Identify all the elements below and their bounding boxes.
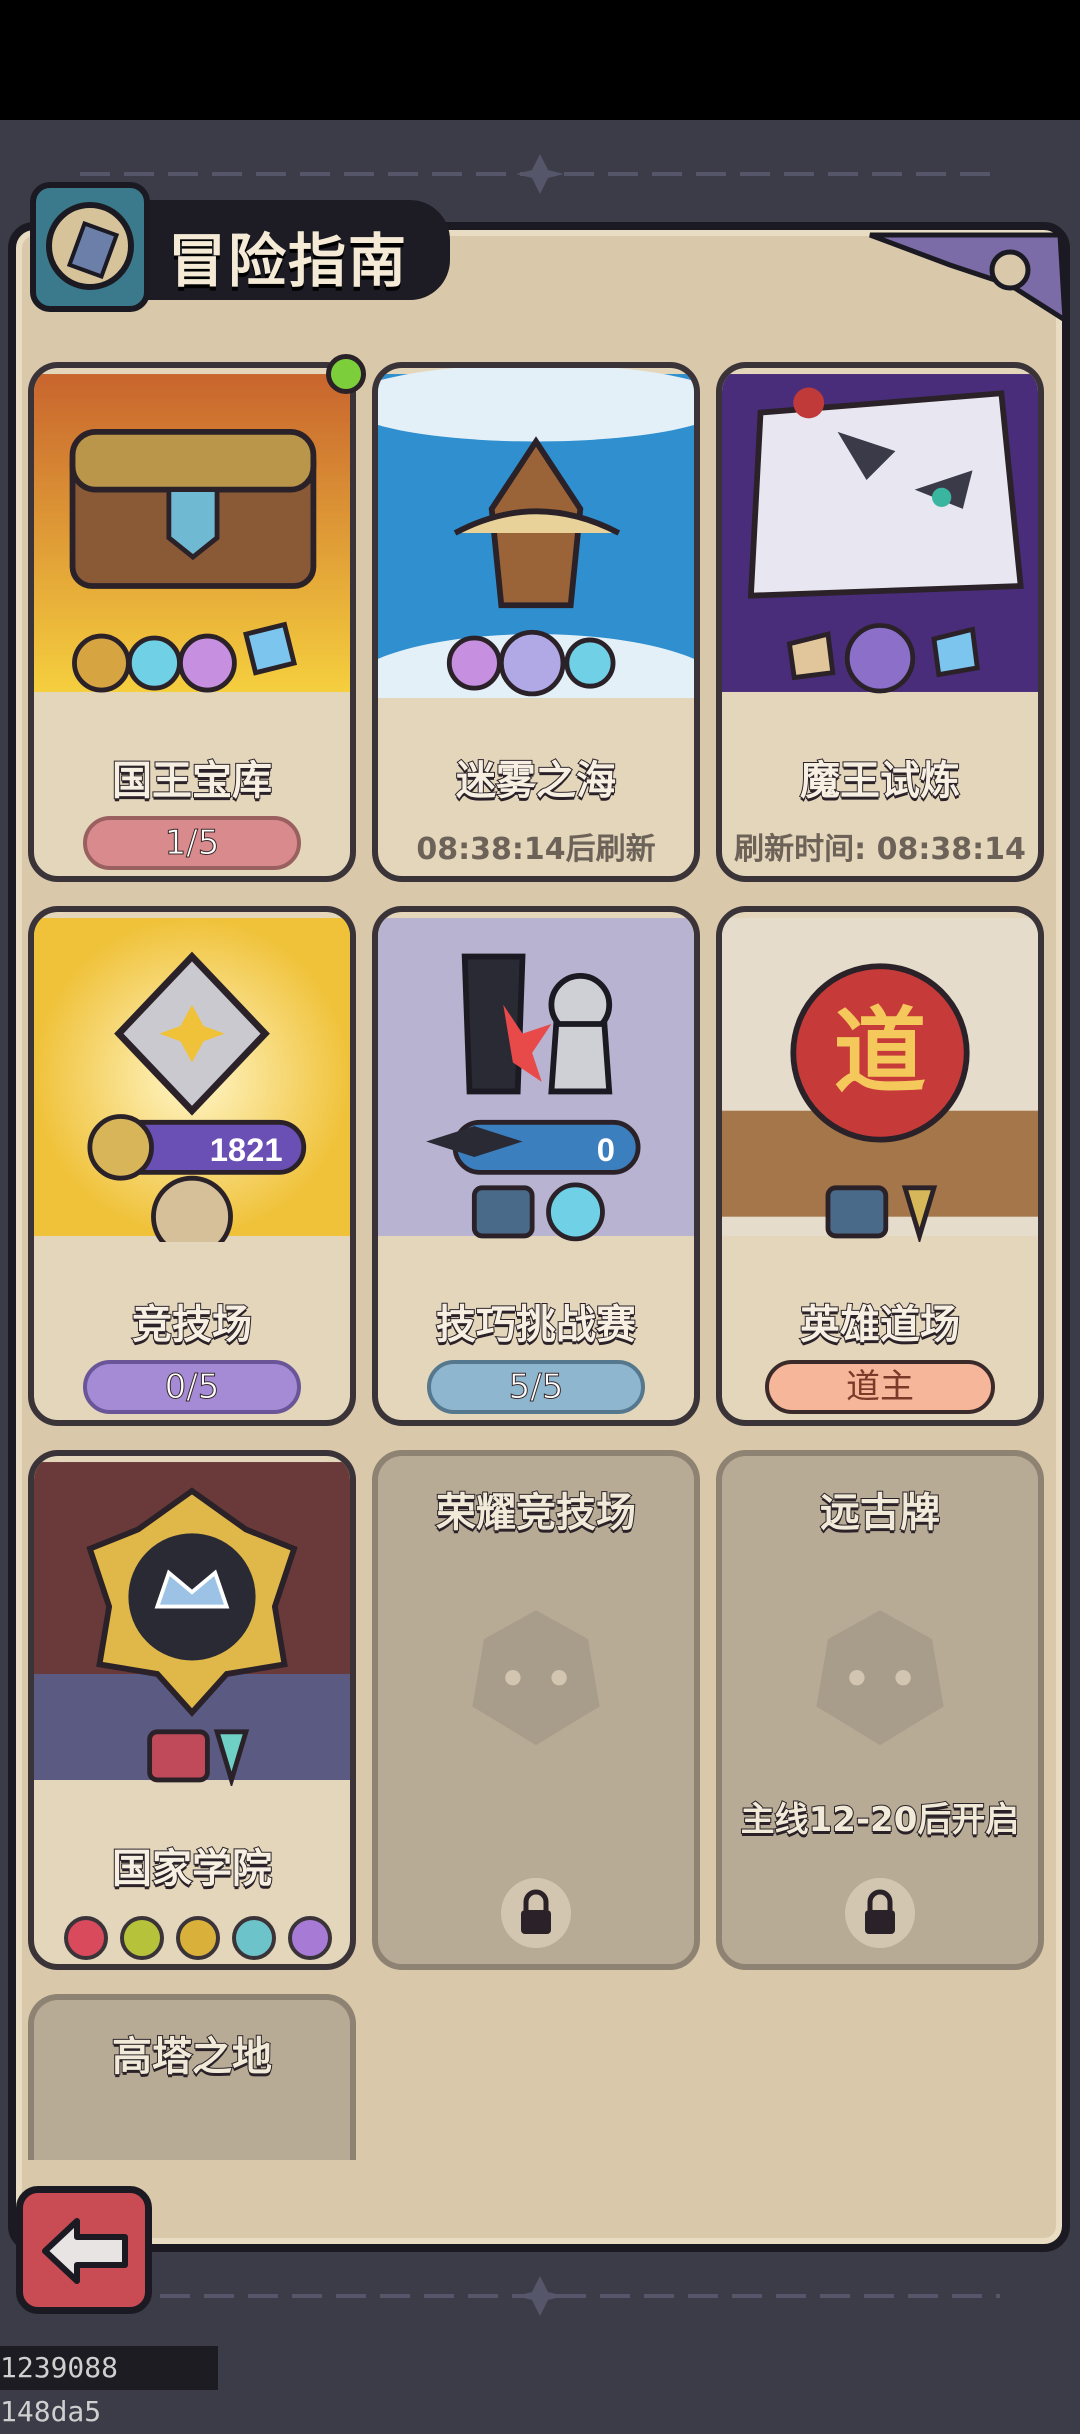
dojo-art: 道 <box>722 918 1038 1242</box>
card-title: 技巧挑战赛 <box>435 1301 637 1349</box>
arena-emblem-art: 1821 <box>34 918 350 1242</box>
card-title: 英雄道场 <box>799 1301 961 1349</box>
card-demon-trial[interactable]: 魔王试炼 刷新时间: 08:38:14 <box>716 362 1044 882</box>
lock-icon <box>845 1878 915 1948</box>
card-title: 国王宝库 <box>111 757 273 805</box>
progress-pill: 0/5 <box>83 1360 301 1414</box>
progress-pill: 5/5 <box>427 1360 645 1414</box>
unlock-condition: 主线12-20后开启 <box>740 1799 1021 1841</box>
element-dot-cyan <box>232 1916 276 1960</box>
card-skill-challenge[interactable]: 0 技巧挑战赛 5/5 <box>372 906 700 1426</box>
card-ancient-cards[interactable]: 远古牌 主线12-20后开启 <box>716 1450 1044 1970</box>
card-king-treasury[interactable]: 国王宝库 1/5 <box>28 362 356 882</box>
card-tower-land[interactable]: 高塔之地 <box>28 1994 356 2160</box>
notification-dot <box>326 354 366 394</box>
boat-art <box>378 368 694 698</box>
chess-pieces-art: 0 <box>378 918 694 1242</box>
card-title: 国家学院 <box>111 1845 273 1893</box>
tiger-boss-art <box>722 374 1038 694</box>
card-title: 竞技场 <box>131 1301 253 1349</box>
card-title: 高塔之地 <box>111 2033 273 2081</box>
card-glory-arena[interactable]: 荣耀竞技场 <box>372 1450 700 1970</box>
element-dot-yellow <box>176 1916 220 1960</box>
card-title: 迷雾之海 <box>455 757 617 805</box>
element-dot-purple <box>288 1916 332 1960</box>
element-dot-red <box>64 1916 108 1960</box>
compass-icon <box>30 182 150 312</box>
card-national-academy[interactable]: 国家学院 <box>28 1450 356 1970</box>
element-dots <box>64 1916 332 1960</box>
corner-ornament <box>869 232 1068 325</box>
debug-overlay: 1239088 148da5 <box>0 2346 218 2428</box>
back-button[interactable] <box>16 2186 152 2314</box>
dojo-emblem: 道 <box>834 1003 926 1105</box>
academy-crest-art <box>34 1462 350 1786</box>
refresh-time: 刷新时间: 08:38:14 <box>734 832 1026 867</box>
arena-score: 1821 <box>210 1131 283 1168</box>
progress-pill: 1/5 <box>83 816 301 870</box>
card-title: 魔王试炼 <box>799 757 961 805</box>
card-misty-sea[interactable]: 迷雾之海 08:38:14后刷新 <box>372 362 700 882</box>
page-title: 冒险指南 <box>168 227 409 295</box>
card-title: 远古牌 <box>819 1489 941 1537</box>
back-arrow-icon <box>42 2218 128 2284</box>
bottom-divider-ornament <box>160 2276 1000 2316</box>
locked-placeholder-art <box>472 1610 600 1746</box>
rank-pill: 道主 <box>765 1360 995 1414</box>
lock-icon <box>501 1878 571 1948</box>
status-bar <box>0 0 1080 120</box>
card-hero-dojo[interactable]: 道 英雄道场 道主 <box>716 906 1044 1426</box>
card-title: 荣耀竞技场 <box>435 1489 637 1537</box>
card-arena[interactable]: 1821 竞技场 0/5 <box>28 906 356 1426</box>
element-dot-lime <box>120 1916 164 1960</box>
challenge-score: 0 <box>597 1131 615 1168</box>
treasure-chest-art <box>34 374 350 693</box>
refresh-timer: 08:38:14后刷新 <box>416 832 656 867</box>
